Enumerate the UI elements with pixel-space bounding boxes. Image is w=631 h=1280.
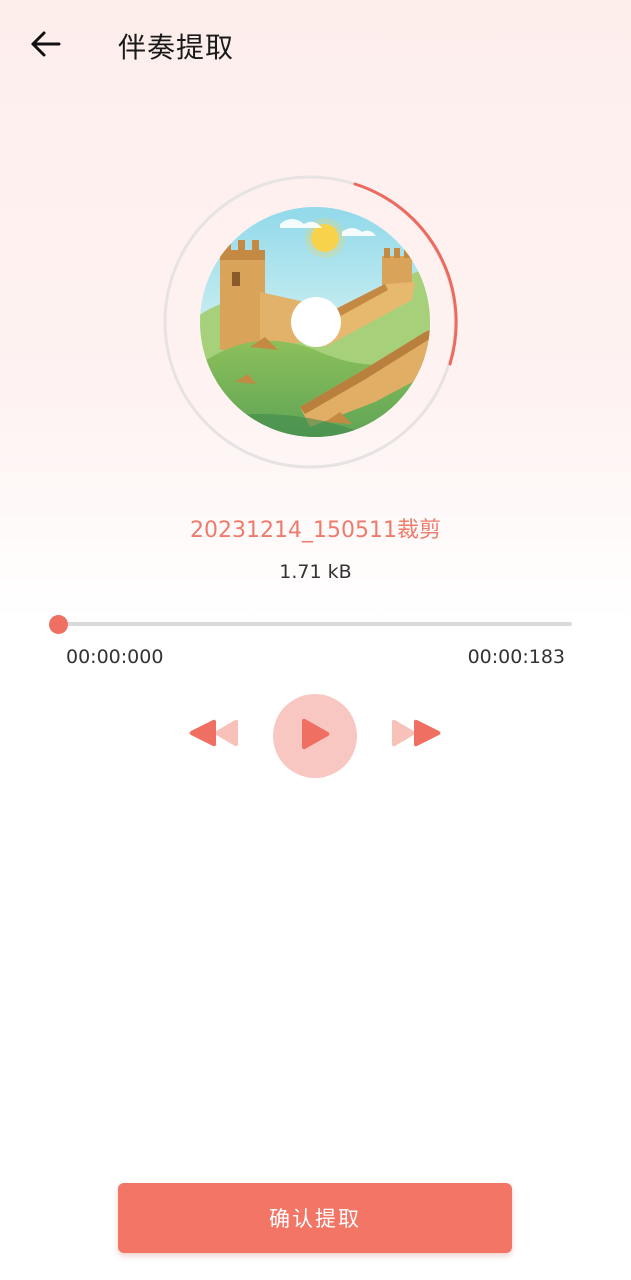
total-time: 00:00:183 xyxy=(467,646,565,668)
track-size: 1.71 kB xyxy=(279,561,352,583)
fast-forward-button[interactable] xyxy=(390,715,446,755)
confirm-extract-label: 确认提取 xyxy=(269,1207,361,1231)
progress-thumb[interactable] xyxy=(49,615,68,634)
disc-artwork xyxy=(163,175,458,469)
rewind-button[interactable] xyxy=(184,715,240,755)
progress-slider[interactable] xyxy=(49,610,572,640)
arrow-left-icon xyxy=(30,30,62,62)
album-disc xyxy=(160,172,460,472)
rewind-icon xyxy=(185,716,239,754)
fast-forward-icon xyxy=(391,716,445,754)
play-icon xyxy=(299,716,331,756)
disc-center-hole xyxy=(291,297,341,347)
back-button[interactable] xyxy=(22,24,70,68)
top-bar: 伴奏提取 xyxy=(0,0,631,96)
play-button[interactable] xyxy=(273,694,357,778)
current-time: 00:00:000 xyxy=(66,646,164,668)
track-name: 20231214_150511裁剪 xyxy=(190,518,441,543)
app-screen: 伴奏提取 20231214_150511裁剪 1.71 kB 00:00:000… xyxy=(0,0,631,1280)
confirm-extract-button[interactable]: 确认提取 xyxy=(118,1183,512,1253)
progress-track xyxy=(58,622,572,626)
page-title: 伴奏提取 xyxy=(118,31,235,64)
